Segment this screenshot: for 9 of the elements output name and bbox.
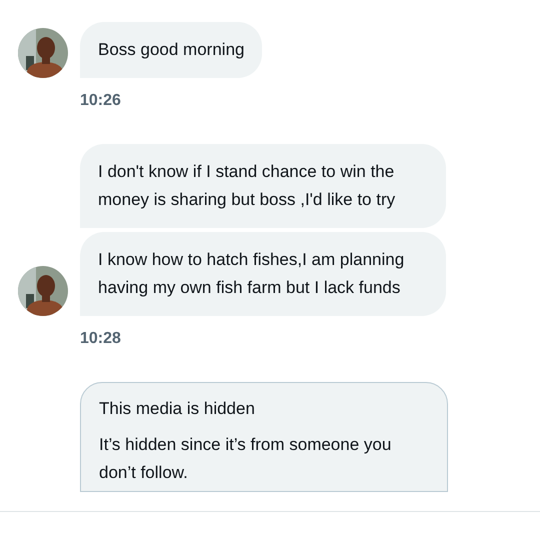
notice-title: This media is hidden (99, 398, 256, 420)
notice-text: It’s hidden since it’s from someone you don’t follow. (99, 434, 392, 484)
avatar[interactable] (18, 28, 68, 78)
timestamp: 10:28 (80, 330, 122, 348)
message-bubble: Boss good morning (80, 22, 262, 78)
avatar[interactable] (18, 266, 68, 316)
timestamp: 10:26 (80, 92, 122, 110)
message-bubble: I know how to hatch fishes,I am planning having my own fish farm but I lack funds (80, 232, 446, 316)
message-bubble: I don't know if I stand chance to win the money is sharing but boss ,I'd like to try (80, 144, 446, 228)
